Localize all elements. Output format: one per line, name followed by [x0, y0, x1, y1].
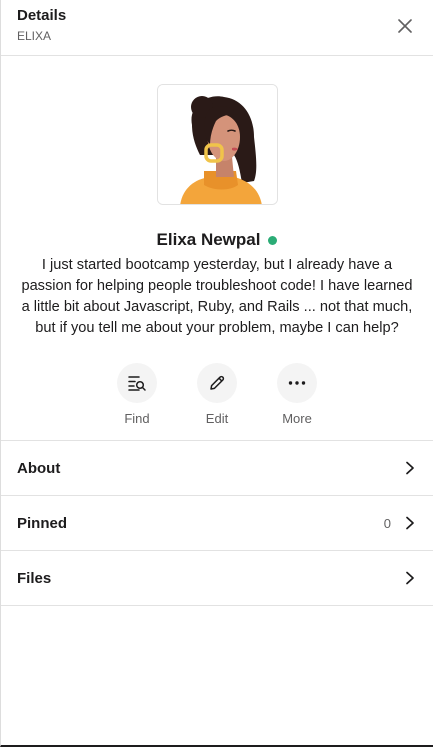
- profile-bio: I just started bootcamp yesterday, but I…: [21, 257, 413, 336]
- chevron-right-icon: [403, 461, 417, 475]
- close-icon: [398, 19, 412, 33]
- panel-subtitle: ELIXA: [17, 29, 52, 43]
- action-bar: Find Edit More: [1, 363, 433, 427]
- row-files-label: Files: [17, 569, 52, 587]
- more-button[interactable]: More: [277, 363, 317, 427]
- details-panel: Details ELIXA Elixa Newpal I just starte…: [0, 0, 433, 747]
- profile-name: Elixa Newpal: [156, 230, 261, 249]
- row-about-label: About: [17, 459, 61, 477]
- panel-title: Details: [17, 7, 67, 24]
- more-button-circle[interactable]: [277, 363, 317, 403]
- edit-button[interactable]: Edit: [197, 363, 237, 427]
- more-label: More: [282, 411, 312, 426]
- row-pinned[interactable]: Pinned 0: [1, 496, 433, 551]
- profile-section: Elixa Newpal I just started bootcamp yes…: [1, 84, 433, 427]
- find-button[interactable]: Find: [117, 363, 157, 427]
- chevron-right-icon: [403, 516, 417, 530]
- detail-rows: About Pinned 0 Files: [1, 440, 433, 606]
- find-button-circle[interactable]: [117, 363, 157, 403]
- avatar-illustration: [157, 85, 277, 204]
- name-row: Elixa Newpal: [1, 229, 433, 251]
- close-button[interactable]: [393, 14, 417, 38]
- panel-header: Details ELIXA: [1, 0, 433, 56]
- edit-button-circle[interactable]: [197, 363, 237, 403]
- row-files[interactable]: Files: [1, 551, 433, 606]
- pencil-icon: [210, 375, 225, 390]
- presence-indicator: [268, 235, 278, 245]
- row-about[interactable]: About: [1, 441, 433, 496]
- find-label: Find: [124, 411, 150, 426]
- edit-label: Edit: [205, 411, 229, 426]
- more-icon: [288, 381, 306, 385]
- chevron-right-icon: [403, 571, 417, 585]
- row-pinned-label: Pinned: [17, 514, 68, 532]
- avatar[interactable]: [156, 84, 278, 205]
- pinned-count: 0: [383, 515, 391, 531]
- find-icon: [128, 376, 146, 391]
